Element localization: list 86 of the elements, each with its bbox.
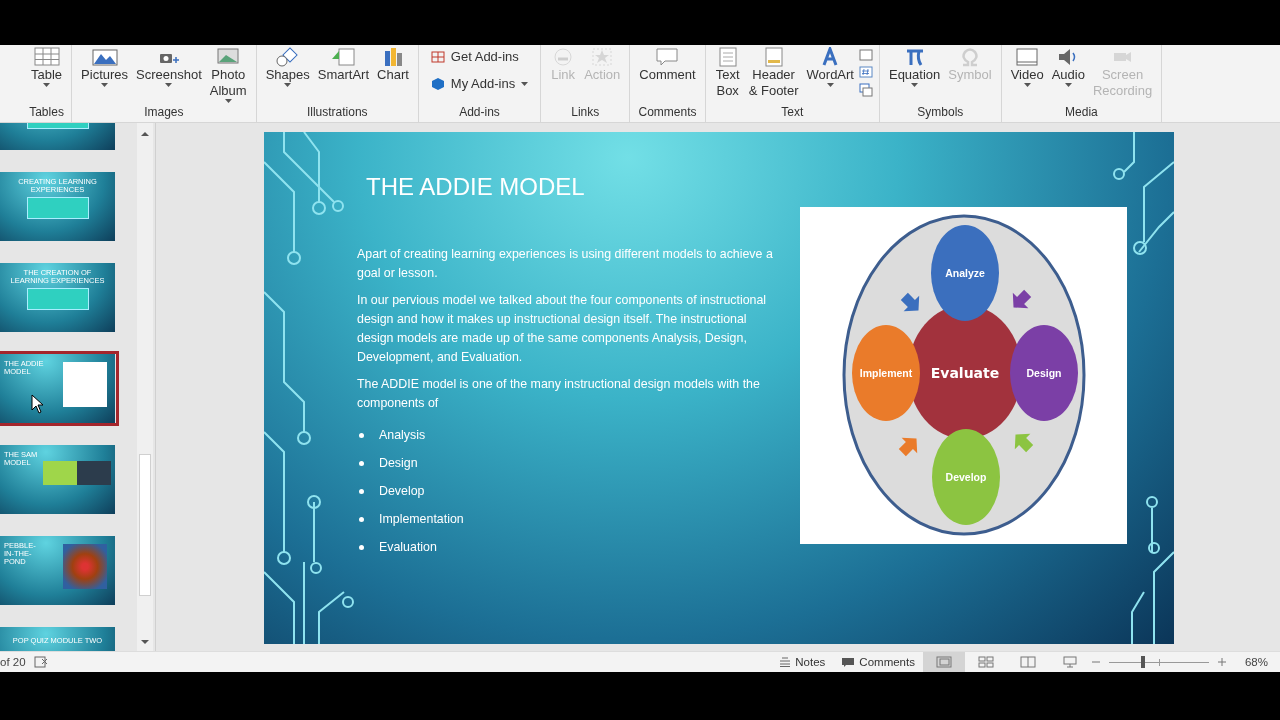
slide-paragraph: In our pervious model we talked about the four components of instructional design and how it makes up instructional design itself. The instructional design models are made up of the same components Analysis, Design, Development, and Evaluation. [357, 292, 768, 366]
slide-title: THE ADDIE MODEL [366, 173, 585, 201]
bullet-text: Implementation [379, 512, 464, 526]
notes-icon [779, 657, 792, 667]
ribbon-button[interactable]: Comment [636, 45, 699, 83]
normal-view-button[interactable] [922, 652, 965, 672]
zoom-level[interactable]: 68% [1244, 656, 1268, 668]
text-placeholder [26, 197, 89, 219]
ribbon-group-label: Images [144, 105, 184, 121]
mouse-pointer-icon [31, 394, 45, 414]
reading-view-icon [1019, 656, 1036, 668]
store-icon [430, 50, 445, 63]
slide-paragraph: The ADDIE model is one of the many instructional design models with the components of [357, 376, 761, 412]
cube-icon [430, 76, 445, 91]
scrollbar[interactable] [137, 123, 153, 651]
ribbon-button[interactable]: Audio [1048, 45, 1088, 87]
caret-icon [1064, 83, 1072, 87]
caret-icon [521, 81, 529, 86]
show-view-icon [1061, 656, 1078, 668]
ribbon-button[interactable]: Table [28, 45, 66, 87]
ribbon-group-label: Comments [638, 105, 697, 121]
object-icon[interactable] [858, 83, 873, 97]
phase-node: Analyze [931, 225, 999, 321]
caret-icon [101, 83, 109, 87]
ribbon-button[interactable]: Shapes [262, 45, 313, 87]
caret-icon [224, 99, 232, 103]
ribbon-group-label: Add-ins [459, 105, 500, 121]
bullet-icon [359, 516, 364, 522]
slide-counter: of 20 [0, 656, 26, 668]
caret-icon [1023, 83, 1031, 87]
comments-button[interactable]: Comments [833, 652, 923, 672]
ribbon-group-label: Text [781, 105, 804, 121]
bullet-icon [359, 488, 364, 494]
scroll-down-icon[interactable] [139, 637, 151, 647]
ribbon-button[interactable]: Screenshot [133, 45, 205, 87]
slide-paragraph: Apart of creating learning experiences is using different models to achieve a goal or lesson. [357, 246, 774, 282]
comment-icon [841, 656, 856, 668]
ribbon-button[interactable]: My Add-ins [424, 74, 535, 93]
ribbon-button[interactable]: Text Box [711, 45, 744, 99]
ribbon-button[interactable]: Video [1007, 45, 1047, 87]
caret-icon [911, 83, 919, 87]
arrow-icon [1012, 289, 1032, 309]
diagram-thumbnail [43, 461, 111, 485]
normal-view-icon [935, 656, 952, 668]
bullet-icon [359, 432, 364, 438]
zoom-slider-thumb[interactable] [1141, 656, 1146, 668]
arrow-icon [898, 437, 918, 457]
sorter-view-icon [977, 656, 994, 668]
ribbon-button[interactable]: Pictures [78, 45, 132, 87]
arrow-icon [900, 292, 920, 312]
scroll-thumb[interactable] [139, 454, 151, 596]
ribbon-button[interactable]: Get Add-ins [424, 47, 525, 66]
diagram-thumbnail [63, 362, 107, 407]
zoom-slider[interactable] [1106, 656, 1211, 668]
ribbon-button[interactable]: Equation [885, 45, 944, 87]
caret-icon [43, 83, 51, 87]
ribbon-button[interactable]: SmartArt [314, 45, 373, 83]
phase-node: Develop [932, 429, 1000, 525]
photo-placeholder [63, 544, 107, 589]
ribbon-group-label: Tables [29, 105, 64, 121]
ribbon-button[interactable]: Chart [374, 45, 412, 83]
text-placeholder [26, 288, 89, 310]
scroll-up-icon[interactable] [139, 129, 151, 139]
spelling-icon[interactable] [33, 656, 48, 668]
bullet-text: Analysis [379, 428, 426, 442]
caret-icon [165, 83, 173, 87]
bullet-icon [359, 544, 364, 550]
bullet-text: Design [379, 456, 418, 470]
arrow-icon [1014, 433, 1034, 453]
notes-button[interactable]: Notes [771, 652, 834, 672]
bullet-text: Develop [379, 484, 425, 498]
ribbon-button[interactable]: Photo Album [206, 45, 250, 103]
phase-node: Design [1010, 325, 1078, 421]
phase-node: Implement [852, 325, 920, 421]
ribbon-group-label: Illustrations [306, 105, 368, 121]
ribbon-button[interactable]: Header & Footer [745, 45, 802, 99]
caret-icon [284, 83, 292, 87]
ribbon-group-label: Symbols [917, 105, 964, 121]
zoom-in-icon[interactable] [1216, 657, 1227, 667]
ribbon-group-label: Media [1065, 105, 1098, 121]
bullet-text: Evaluation [379, 540, 437, 554]
ribbon-group-label: Links [571, 105, 600, 121]
bullet-icon [359, 460, 364, 466]
slide-number-icon[interactable] [858, 66, 873, 78]
ribbon-button[interactable]: WordArt [803, 45, 857, 87]
caret-icon [826, 83, 834, 87]
